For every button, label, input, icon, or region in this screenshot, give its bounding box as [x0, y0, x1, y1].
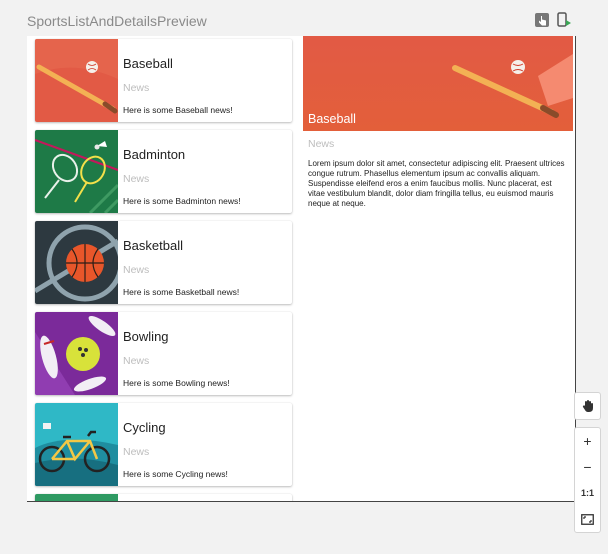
actual-size-button[interactable]: 1:1 — [575, 480, 600, 506]
card-info: Here is some Bowling news! — [123, 378, 230, 388]
card-subtitle: News — [123, 446, 150, 458]
list-item[interactable]: Baseball News Here is some Baseball news… — [35, 39, 292, 122]
list-item[interactable]: Bowling News Here is some Bowling news! — [35, 312, 292, 395]
basketball-image — [35, 221, 118, 304]
card-subtitle: News — [123, 82, 150, 94]
sport-detail-pane: Baseball News Lorem ipsum dolor sit amet… — [303, 36, 575, 501]
list-item[interactable] — [35, 494, 292, 501]
card-title: Basketball — [123, 238, 183, 253]
card-info: Here is some Basketball news! — [123, 287, 240, 297]
fit-screen-icon[interactable] — [575, 506, 600, 532]
detail-title: Baseball — [308, 112, 356, 126]
next-sport-image — [35, 494, 118, 501]
detail-body: Lorem ipsum dolor sit amet, consectetur … — [308, 159, 565, 208]
badminton-image — [35, 130, 118, 213]
card-info: Here is some Badminton news! — [123, 196, 241, 206]
baseball-image — [35, 39, 118, 122]
zoom-toolbar: + − 1:1 — [574, 427, 601, 533]
interactive-mode-icon[interactable] — [534, 12, 550, 28]
hand-icon[interactable] — [575, 393, 600, 419]
zoom-in-button[interactable]: + — [575, 428, 600, 454]
card-title: Cycling — [123, 420, 166, 435]
detail-hero-image: Baseball — [303, 36, 573, 131]
card-title: Badminton — [123, 147, 186, 162]
card-title: Baseball — [123, 56, 173, 71]
sports-list[interactable]: Baseball News Here is some Baseball news… — [27, 36, 297, 501]
card-subtitle: News — [123, 355, 150, 367]
run-on-device-icon[interactable] — [556, 12, 572, 28]
pan-tool[interactable] — [574, 392, 601, 420]
bowling-image — [35, 312, 118, 395]
device-preview: Baseball News Here is some Baseball news… — [27, 36, 576, 502]
list-item[interactable]: Badminton News Here is some Badminton ne… — [35, 130, 292, 213]
card-title: Bowling — [123, 329, 169, 344]
list-item[interactable]: Basketball News Here is some Basketball … — [35, 221, 292, 304]
detail-subtitle: News — [308, 138, 335, 150]
zoom-out-button[interactable]: − — [575, 454, 600, 480]
list-item[interactable]: Cycling News Here is some Cycling news! — [35, 403, 292, 486]
cycling-image — [35, 403, 118, 486]
card-info: Here is some Baseball news! — [123, 105, 233, 115]
preview-title: SportsListAndDetailsPreview — [27, 13, 207, 29]
card-subtitle: News — [123, 264, 150, 276]
card-info: Here is some Cycling news! — [123, 469, 228, 479]
card-subtitle: News — [123, 173, 150, 185]
